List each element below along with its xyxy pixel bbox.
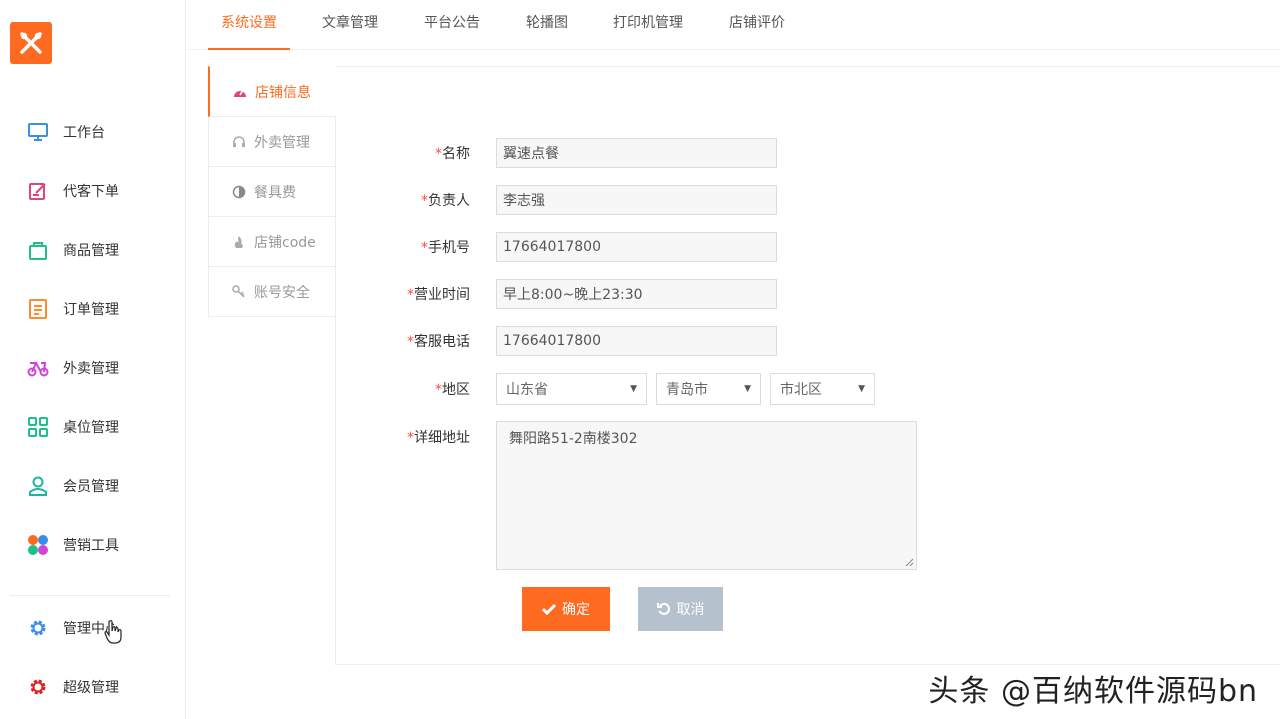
tab-carousel[interactable]: 轮播图	[510, 0, 584, 50]
nav-item-label: 代客下单	[63, 183, 119, 200]
caret-down-icon: ▼	[744, 384, 751, 394]
sidebar: 工作台 代客下单 商品管理 订单管理 外卖管理 桌位管理 会员管理 营销工具 管…	[0, 0, 186, 719]
order-list-icon	[27, 298, 49, 320]
tab-articles[interactable]: 文章管理	[310, 0, 390, 50]
sub-nav: 店铺信息 外卖管理 餐具费 店铺code 账号安全	[208, 66, 336, 317]
form-row-service-phone: *客服电话 17664017800	[400, 326, 777, 356]
owner-input[interactable]: 李志强	[496, 185, 777, 215]
confirm-label: 确定	[562, 602, 590, 618]
hand-cursor-icon	[104, 620, 122, 644]
city-select[interactable]: 青岛市 ▼	[656, 373, 761, 405]
hours-label: *营业时间	[407, 287, 470, 303]
phone-label: *手机号	[421, 240, 470, 256]
gear-icon	[27, 617, 49, 639]
nav-item-label: 超级管理	[63, 679, 119, 696]
province-select[interactable]: 山东省 ▼	[496, 373, 647, 405]
half-circle-icon	[232, 185, 246, 199]
nav-item-label: 会员管理	[63, 478, 119, 495]
tab-store-reviews[interactable]: 店铺评价	[716, 0, 798, 50]
nav-item-members[interactable]: 会员管理	[0, 456, 186, 515]
subnav-tableware-fee[interactable]: 餐具费	[208, 167, 336, 217]
nav-item-management-center[interactable]: 管理中心	[0, 598, 186, 657]
province-value: 山东省	[506, 382, 548, 398]
nav-item-super-admin[interactable]: 超级管理	[0, 657, 186, 716]
flame-icon	[232, 235, 246, 249]
dashboard-icon	[233, 85, 247, 99]
nav-item-marketing[interactable]: 营销工具	[0, 515, 186, 574]
user-icon	[27, 475, 49, 497]
nav-item-tables[interactable]: 桌位管理	[0, 397, 186, 456]
fork-knife-icon	[20, 32, 42, 54]
confirm-button[interactable]: 确定	[522, 587, 610, 631]
grid-icon	[27, 416, 49, 438]
check-icon	[542, 603, 556, 615]
edit-icon	[27, 180, 49, 202]
undo-icon	[656, 602, 671, 616]
subnav-delivery[interactable]: 外卖管理	[208, 117, 336, 167]
address-label: *详细地址	[407, 430, 470, 446]
form-row-name: *名称 翼速点餐	[400, 138, 777, 168]
caret-down-icon: ▼	[630, 384, 637, 394]
app-logo[interactable]	[10, 22, 52, 64]
district-select[interactable]: 市北区 ▼	[770, 373, 875, 405]
nav-divider	[10, 595, 170, 596]
cancel-button[interactable]: 取消	[638, 587, 723, 631]
subnav-store-code[interactable]: 店铺code	[208, 217, 336, 267]
nav-item-orders[interactable]: 订单管理	[0, 279, 186, 338]
bottom-nav: 管理中心 超级管理	[0, 598, 186, 716]
district-value: 市北区	[780, 382, 822, 398]
form-row-phone: *手机号 17664017800	[400, 232, 777, 262]
name-label: *名称	[435, 146, 470, 162]
cancel-label: 取消	[676, 602, 705, 618]
tab-system-settings[interactable]: 系统设置	[208, 0, 290, 50]
subnav-store-info[interactable]: 店铺信息	[208, 66, 336, 117]
phone-input[interactable]: 17664017800	[496, 232, 777, 262]
name-input[interactable]: 翼速点餐	[496, 138, 777, 168]
form-row-address: *详细地址 舞阳路51-2南楼302	[400, 421, 917, 570]
top-tabs: 系统设置 文章管理 平台公告 轮播图 打印机管理 店铺评价	[187, 0, 1280, 50]
tab-printers[interactable]: 打印机管理	[600, 0, 696, 50]
caret-down-icon: ▼	[858, 384, 865, 394]
subnav-label: 账号安全	[254, 284, 310, 301]
form-row-region: *地区 山东省 ▼ 青岛市 ▼ 市北区 ▼	[400, 373, 884, 405]
nav-item-workbench[interactable]: 工作台	[0, 102, 186, 161]
bag-icon	[27, 239, 49, 261]
nav-item-label: 桌位管理	[63, 419, 119, 436]
address-textarea[interactable]: 舞阳路51-2南楼302	[496, 421, 917, 570]
subnav-account-security[interactable]: 账号安全	[208, 267, 336, 317]
subnav-label: 店铺code	[254, 234, 316, 251]
subnav-label: 餐具费	[254, 184, 296, 201]
resize-grip-icon[interactable]	[904, 557, 914, 567]
service-phone-input[interactable]: 17664017800	[496, 326, 777, 356]
hours-input[interactable]: 早上8:00~晚上23:30	[496, 279, 777, 309]
watermark: 头条 @百纳软件源码bn	[928, 674, 1258, 709]
gear-icon	[27, 676, 49, 698]
owner-label: *负责人	[421, 193, 470, 209]
nav-item-label: 外卖管理	[63, 360, 119, 377]
headset-icon	[232, 135, 246, 149]
nav-item-label: 工作台	[63, 124, 105, 141]
petals-icon	[27, 534, 49, 556]
subnav-label: 外卖管理	[254, 134, 310, 151]
nav-item-delivery[interactable]: 外卖管理	[0, 338, 186, 397]
scooter-icon	[27, 357, 49, 379]
form-row-hours: *营业时间 早上8:00~晚上23:30	[400, 279, 777, 309]
subnav-label: 店铺信息	[255, 84, 311, 101]
key-icon	[232, 284, 246, 299]
main-nav: 工作台 代客下单 商品管理 订单管理 外卖管理 桌位管理 会员管理 营销工具	[0, 102, 186, 574]
nav-item-proxy-order[interactable]: 代客下单	[0, 161, 186, 220]
form-row-owner: *负责人 李志强	[400, 185, 777, 215]
tab-announcements[interactable]: 平台公告	[412, 0, 492, 50]
address-value: 舞阳路51-2南楼302	[509, 431, 638, 447]
service-phone-label: *客服电话	[407, 334, 470, 350]
nav-item-products[interactable]: 商品管理	[0, 220, 186, 279]
monitor-icon	[27, 121, 49, 143]
nav-item-label: 订单管理	[63, 301, 119, 318]
nav-item-label: 商品管理	[63, 242, 119, 259]
city-value: 青岛市	[666, 382, 708, 398]
nav-item-label: 营销工具	[63, 537, 119, 554]
region-label: *地区	[435, 382, 470, 398]
